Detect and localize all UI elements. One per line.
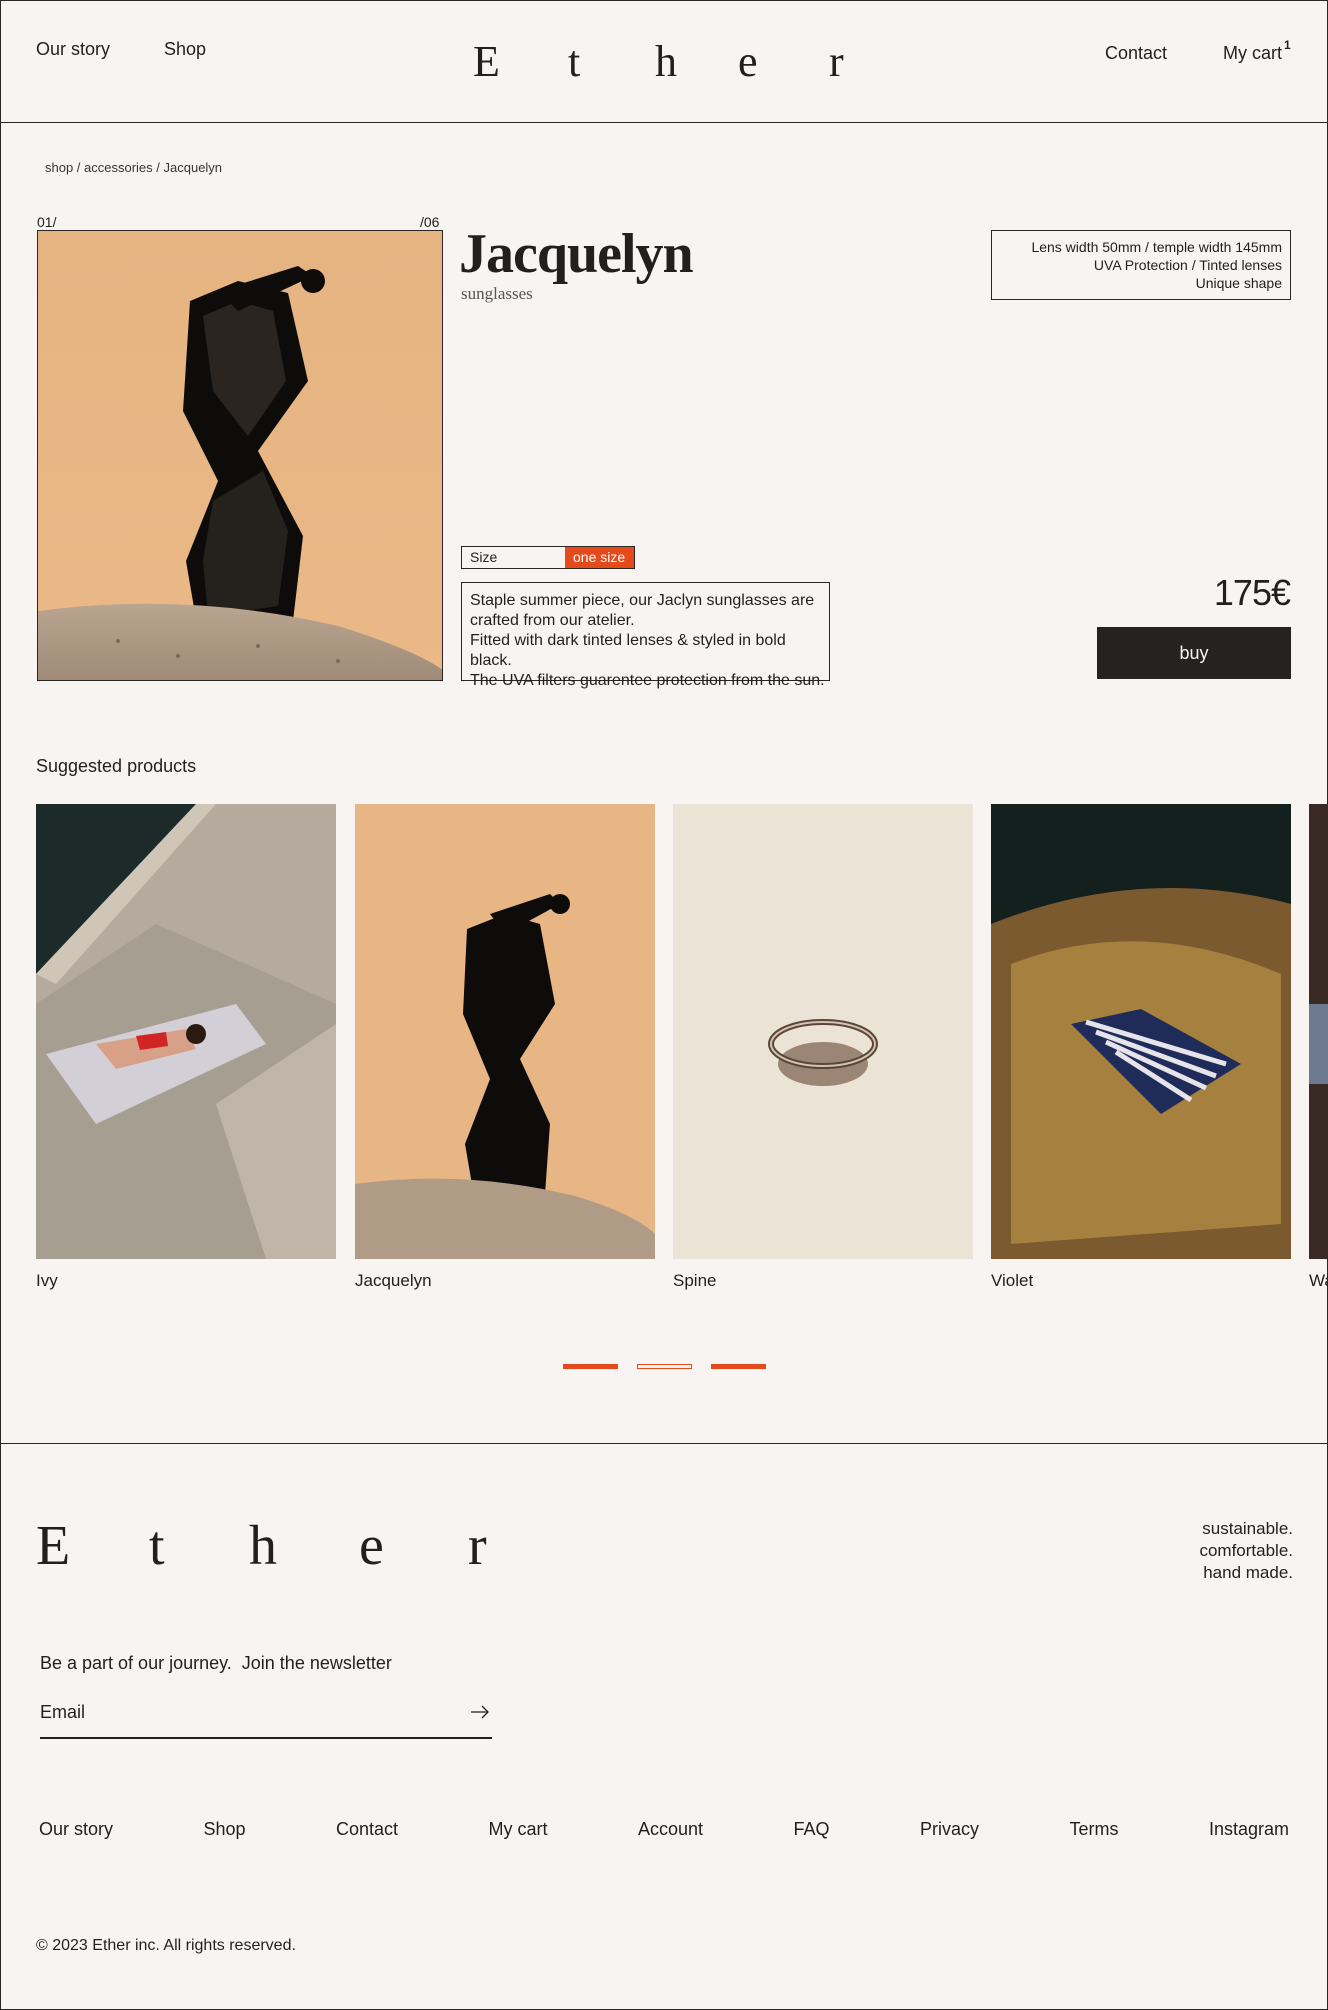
footer-link-shop[interactable]: Shop	[203, 1819, 245, 1840]
carousel-dot-1[interactable]	[562, 1364, 618, 1369]
description-line: The UVA filters guarentee protection fro…	[470, 672, 825, 689]
size-label: Size	[470, 549, 498, 565]
suggested-products-title: Suggested products	[36, 756, 197, 776]
arrow-right-icon[interactable]	[470, 1704, 490, 1720]
logo-letter: E	[473, 37, 500, 86]
product-card-name: Violet	[991, 1271, 1034, 1290]
product-card-spine[interactable]: Spine	[673, 804, 973, 1291]
product-card-partial[interactable]: Wa	[1309, 804, 1328, 1291]
product-price: 175€	[1213, 572, 1291, 613]
size-option-one-size[interactable]: one size	[565, 547, 634, 568]
footer-link-contact[interactable]: Contact	[336, 1819, 398, 1840]
logo-letter: E	[36, 1515, 71, 1577]
product-card-image	[673, 804, 973, 1259]
copyright: © 2023 Ether inc. All rights reserved.	[36, 1937, 296, 1954]
email-field[interactable]	[40, 1700, 440, 1723]
size-selector: Size one size	[461, 546, 635, 569]
logo-letter: r	[829, 37, 844, 86]
gallery-current-index: 01/	[37, 214, 57, 230]
product-card-image	[991, 804, 1291, 1259]
product-specs-box: Lens width 50mm / temple width 145mm UVA…	[991, 230, 1291, 300]
description-line: Staple summer piece, our Jaclyn sunglass…	[470, 592, 815, 609]
product-card-jacquelyn[interactable]: Jacquelyn	[355, 804, 655, 1291]
footer-link-privacy[interactable]: Privacy	[920, 1819, 979, 1840]
logo-letter: e	[359, 1515, 384, 1577]
product-card-name: Ivy	[36, 1271, 58, 1290]
footer-logo[interactable]: E t h e r	[36, 1514, 498, 1578]
nav-contact[interactable]: Contact	[1105, 43, 1167, 64]
description-line: Fitted with dark tinted lenses & styled …	[470, 632, 786, 669]
suggested-products-carousel: Ivy Jacquelyn Spine Violet W	[36, 804, 1328, 1304]
gallery-total: /06	[420, 214, 440, 230]
footer-tagline: sustainable. comfortable. hand made.	[1199, 1518, 1293, 1584]
newsletter-title: Be a part of our journey. Join the newsl…	[40, 1653, 392, 1673]
product-card-image	[36, 804, 336, 1259]
footer-link-faq[interactable]: FAQ	[794, 1819, 830, 1840]
logo-letter: t	[568, 37, 581, 86]
nav-our-story[interactable]: Our story	[36, 39, 110, 60]
nav-shop[interactable]: Shop	[164, 39, 206, 60]
logo-letter: h	[655, 37, 677, 86]
carousel-pagination	[0, 1364, 1328, 1369]
product-main-image[interactable]	[37, 230, 443, 681]
header-logo[interactable]: E t h e r	[473, 36, 859, 87]
product-description: Staple summer piece, our Jaclyn sunglass…	[461, 582, 830, 689]
footer-link-our-story[interactable]: Our story	[39, 1819, 113, 1840]
product-card-violet[interactable]: Violet	[991, 804, 1291, 1291]
footer-link-account[interactable]: Account	[638, 1819, 703, 1840]
newsletter-form	[40, 1700, 492, 1739]
product-card-name: Wa	[1309, 1271, 1328, 1290]
logo-letter: e	[738, 37, 758, 86]
logo-letter: h	[249, 1515, 277, 1577]
tagline-line: hand made.	[1203, 1563, 1293, 1582]
footer-nav: Our story Shop Contact My cart Account F…	[39, 1819, 1289, 1840]
product-card-ivy[interactable]: Ivy	[36, 804, 336, 1291]
tagline-line: comfortable.	[1199, 1541, 1293, 1560]
product-card-image	[1309, 804, 1328, 1259]
sunglasses-photo	[38, 231, 442, 680]
footer-link-instagram[interactable]: Instagram	[1209, 1819, 1289, 1840]
buy-button[interactable]: buy	[1097, 627, 1291, 679]
product-subtitle: sunglasses	[461, 284, 533, 303]
footer-link-terms[interactable]: Terms	[1069, 1819, 1118, 1840]
spec-line: Lens width 50mm / temple width 145mm	[1031, 239, 1282, 255]
breadcrumb[interactable]: shop / accessories / Jacquelyn	[45, 160, 222, 175]
carousel-dot-2[interactable]	[636, 1364, 692, 1369]
product-title: Jacquelyn	[459, 223, 694, 285]
footer-divider	[0, 1443, 1328, 1444]
cart-count-badge: 1	[1284, 38, 1291, 52]
logo-letter: r	[468, 1515, 487, 1577]
carousel-dot-3[interactable]	[710, 1364, 766, 1369]
spec-line: UVA Protection / Tinted lenses	[1093, 257, 1282, 273]
tagline-line: sustainable.	[1202, 1519, 1293, 1538]
product-card-image	[355, 804, 655, 1259]
logo-letter: t	[149, 1515, 165, 1577]
product-card-name: Spine	[673, 1271, 717, 1290]
nav-my-cart[interactable]: My cart	[1223, 43, 1282, 64]
description-line: crafted from our atelier.	[470, 612, 635, 629]
header: Our story Shop E t h e r Contact My cart…	[0, 0, 1328, 123]
spec-line: Unique shape	[1195, 275, 1282, 291]
footer-link-my-cart[interactable]: My cart	[489, 1819, 548, 1840]
product-card-name: Jacquelyn	[355, 1271, 432, 1290]
